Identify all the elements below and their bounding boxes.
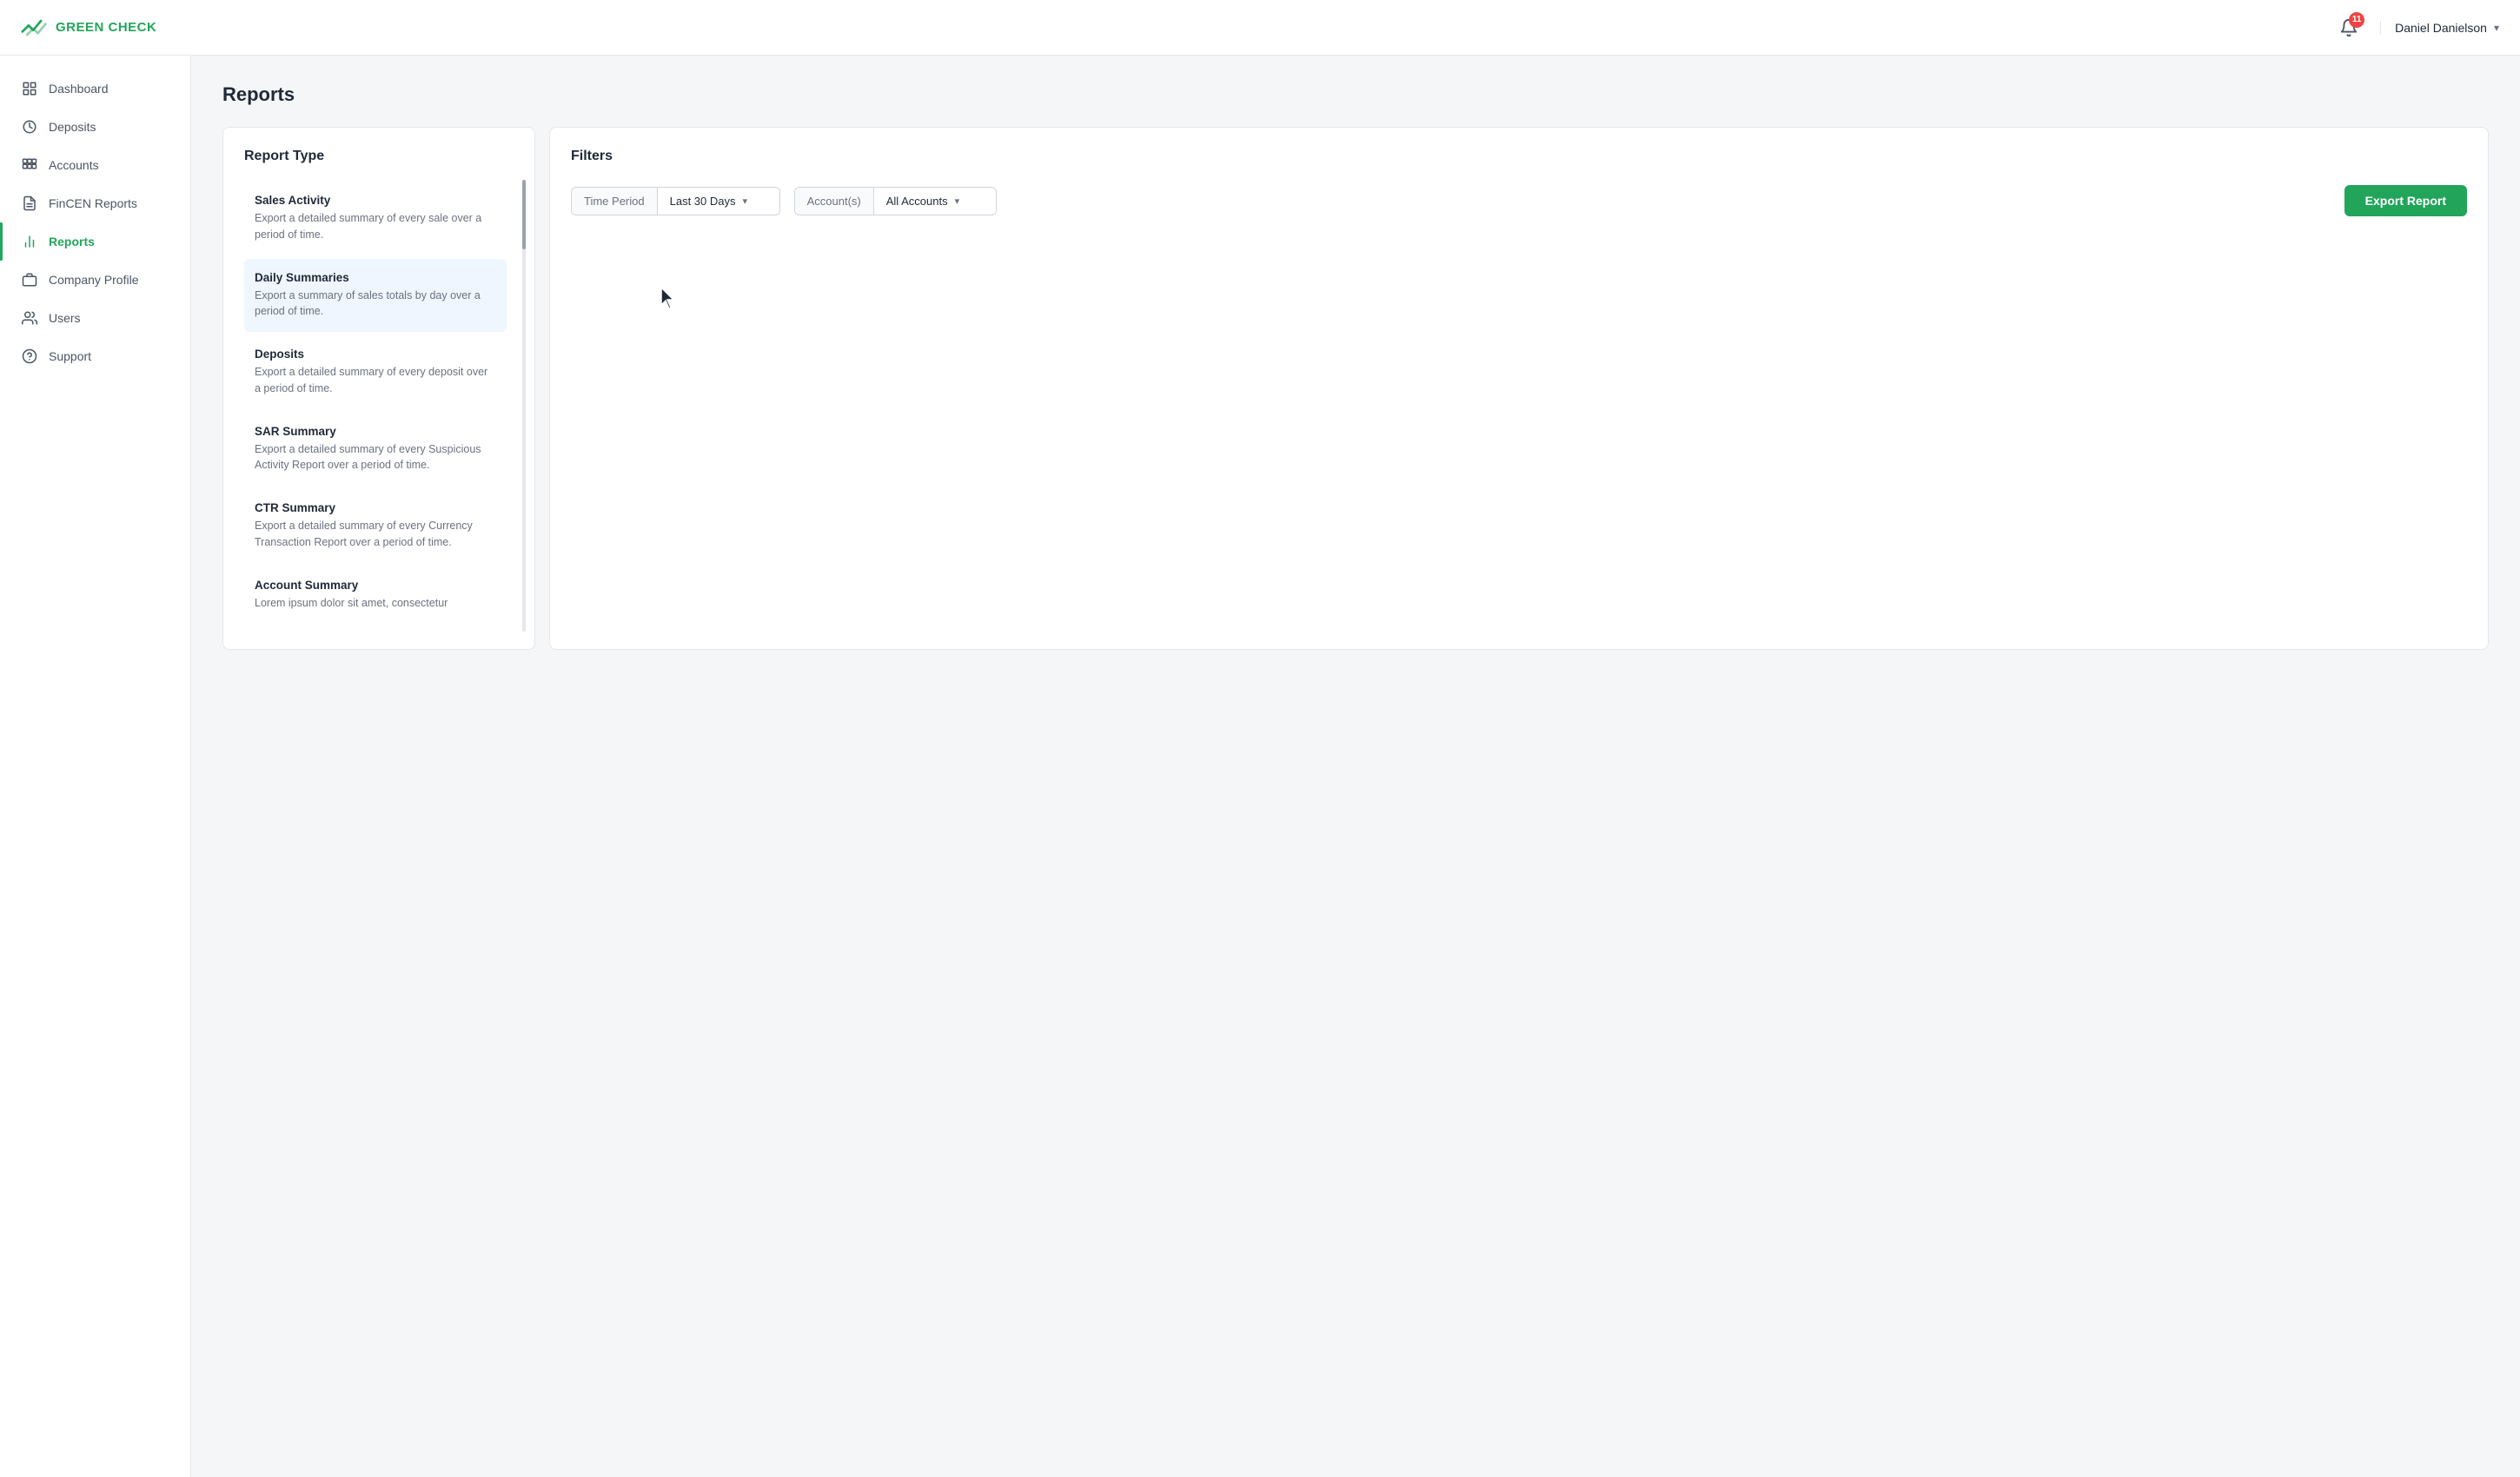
accounts-label: Account(s) <box>795 188 874 215</box>
sidebar-item-deposits[interactable]: Deposits <box>0 108 190 146</box>
main-content: Reports Report Type Sales Activity Expor… <box>191 56 2520 1477</box>
dashboard-icon <box>21 80 38 97</box>
report-item-ctr-summary[interactable]: CTR Summary Export a detailed summary of… <box>244 489 507 563</box>
report-item-desc-sales: Export a detailed summary of every sale … <box>255 210 496 243</box>
notification-button[interactable]: 11 <box>2331 10 2366 45</box>
sidebar-label-reports: Reports <box>49 235 95 248</box>
reports-icon <box>21 233 38 250</box>
fincen-icon <box>21 195 38 212</box>
filters-title: Filters <box>571 149 2467 164</box>
report-list: Sales Activity Export a detailed summary… <box>244 182 514 628</box>
report-item-sales-activity[interactable]: Sales Activity Export a detailed summary… <box>244 182 507 255</box>
time-period-value: Last 30 Days <box>670 195 736 208</box>
sidebar-item-accounts[interactable]: Accounts <box>0 146 190 184</box>
sidebar-label-deposits: Deposits <box>49 120 96 134</box>
cursor-indicator <box>658 286 2467 316</box>
filters-panel: Filters Time Period Last 30 Days ▾ Accou… <box>549 127 2489 650</box>
accounts-chevron-icon: ▾ <box>955 195 960 207</box>
user-name: Daniel Danielson <box>2395 21 2487 35</box>
panels-row: Report Type Sales Activity Export a deta… <box>222 127 2489 650</box>
logo-area: GREEN CHECK <box>21 17 156 38</box>
page-title: Reports <box>222 83 2489 106</box>
report-item-title-ctr: CTR Summary <box>255 501 496 514</box>
report-type-title: Report Type <box>244 149 514 164</box>
report-item-title-daily: Daily Summaries <box>255 271 496 284</box>
sidebar-item-reports[interactable]: Reports <box>0 222 190 261</box>
cursor-icon <box>658 286 679 312</box>
sidebar-label-fincen: FinCEN Reports <box>49 196 137 210</box>
scrollbar-thumb[interactable] <box>522 180 526 249</box>
report-item-account-summary[interactable]: Account Summary Lorem ipsum dolor sit am… <box>244 566 507 625</box>
report-item-desc-deposits: Export a detailed summary of every depos… <box>255 364 496 397</box>
sidebar-item-company-profile[interactable]: Company Profile <box>0 261 190 299</box>
company-icon <box>21 271 38 288</box>
report-item-desc-account: Lorem ipsum dolor sit amet, consectetur … <box>255 595 496 613</box>
report-item-deposits[interactable]: Deposits Export a detailed summary of ev… <box>244 335 507 409</box>
report-item-desc-ctr: Export a detailed summary of every Curre… <box>255 518 496 551</box>
logo-icon <box>21 17 49 38</box>
app-body: Dashboard Deposits Accounts <box>0 56 2520 1477</box>
sidebar-label-accounts: Accounts <box>49 158 99 172</box>
sidebar-label-dashboard: Dashboard <box>49 82 109 96</box>
sidebar-label-users: Users <box>49 311 81 325</box>
export-report-button[interactable]: Export Report <box>2344 185 2467 216</box>
sidebar-item-fincen[interactable]: FinCEN Reports <box>0 184 190 222</box>
report-item-desc-daily: Export a summary of sales totals by day … <box>255 288 496 321</box>
sidebar-item-support[interactable]: Support <box>0 337 190 375</box>
report-item-title-account: Account Summary <box>255 579 496 592</box>
sidebar-item-dashboard[interactable]: Dashboard <box>0 70 190 108</box>
header-right: 11 Daniel Danielson ▾ <box>2331 10 2499 45</box>
report-item-title-deposits: Deposits <box>255 348 496 361</box>
report-item-desc-sar: Export a detailed summary of every Suspi… <box>255 441 496 474</box>
accounts-value: All Accounts <box>886 195 948 208</box>
accounts-filter[interactable]: Account(s) All Accounts ▾ <box>794 187 997 215</box>
report-item-title-sales: Sales Activity <box>255 194 496 207</box>
user-area[interactable]: Daniel Danielson ▾ <box>2380 21 2499 35</box>
filters-row: Time Period Last 30 Days ▾ Account(s) Al… <box>571 185 2467 216</box>
report-type-panel: Report Type Sales Activity Export a deta… <box>222 127 535 650</box>
app-name: GREEN CHECK <box>56 20 156 35</box>
notification-badge: 11 <box>2349 12 2364 28</box>
header: GREEN CHECK 11 Daniel Danielson ▾ <box>0 0 2520 56</box>
report-item-title-sar: SAR Summary <box>255 425 496 438</box>
sidebar: Dashboard Deposits Accounts <box>0 56 191 1477</box>
time-period-chevron-icon: ▾ <box>742 195 747 207</box>
accounts-select[interactable]: All Accounts ▾ <box>874 188 996 215</box>
report-item-daily-summaries[interactable]: Daily Summaries Export a summary of sale… <box>244 259 507 333</box>
time-period-label: Time Period <box>572 188 658 215</box>
deposits-icon <box>21 118 38 136</box>
user-chevron-icon: ▾ <box>2494 22 2499 34</box>
sidebar-label-company-profile: Company Profile <box>49 273 139 287</box>
accounts-icon <box>21 156 38 174</box>
sidebar-label-support: Support <box>49 349 91 363</box>
time-period-select[interactable]: Last 30 Days ▾ <box>658 188 779 215</box>
report-item-sar-summary[interactable]: SAR Summary Export a detailed summary of… <box>244 413 507 487</box>
time-period-filter[interactable]: Time Period Last 30 Days ▾ <box>571 187 780 215</box>
users-icon <box>21 309 38 327</box>
sidebar-item-users[interactable]: Users <box>0 299 190 337</box>
scrollbar-track[interactable] <box>522 180 526 632</box>
support-icon <box>21 348 38 365</box>
